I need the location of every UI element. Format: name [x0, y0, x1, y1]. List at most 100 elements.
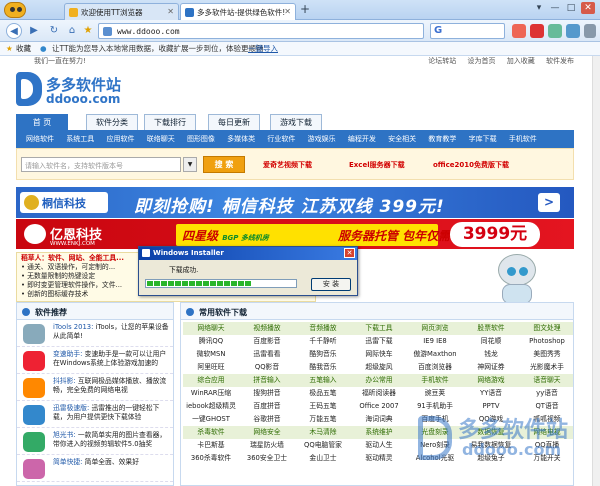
category-link[interactable]: 综合应用	[183, 374, 239, 387]
install-button[interactable]: 安 装	[311, 278, 351, 291]
site-search-input[interactable]: 请输入软件名，支持软件版本号	[21, 157, 181, 172]
software-link[interactable]: QQ直播	[519, 439, 575, 452]
category-link[interactable]: 音频播放	[295, 322, 351, 335]
category-link[interactable]: 网络安全	[239, 426, 295, 439]
software-link[interactable]: 钱龙	[463, 348, 519, 361]
software-link[interactable]: Photoshop	[519, 335, 575, 348]
software-link[interactable]: 卡巴斯基	[183, 439, 239, 452]
category-link[interactable]: 视频播放	[239, 322, 295, 335]
subnav-item[interactable]: 字库下载	[469, 135, 497, 143]
software-link[interactable]: 呱呱视频	[519, 413, 575, 426]
software-link[interactable]: 超级旋风	[351, 361, 407, 374]
software-link[interactable]: 金山卫士	[295, 452, 351, 465]
software-link[interactable]: 搜狗拼音	[239, 387, 295, 400]
software-link[interactable]: Office 2007	[351, 400, 407, 413]
category-link[interactable]: 语音聊天	[519, 374, 575, 387]
forward-icon[interactable]: ▶	[26, 23, 42, 39]
software-link[interactable]: 易我数据恢复	[463, 439, 519, 452]
new-tab-button[interactable]: +	[300, 2, 310, 16]
nav-home[interactable]: 首 页	[16, 114, 68, 130]
extension-icon[interactable]	[512, 24, 526, 38]
software-link[interactable]: 驱动人生	[351, 439, 407, 452]
hot-link[interactable]: Excel服务器下载	[349, 160, 405, 170]
address-bar[interactable]: www.ddooo.com	[98, 23, 424, 39]
software-link[interactable]: 360安全卫士	[239, 452, 295, 465]
category-link[interactable]: 系统维护	[351, 426, 407, 439]
category-link[interactable]: 拼音输入	[239, 374, 295, 387]
software-link[interactable]: iebook超级精灵	[183, 400, 239, 413]
subnav-item[interactable]: 手机软件	[509, 135, 537, 143]
software-link[interactable]: 王码五笔	[295, 400, 351, 413]
software-link[interactable]: 一键GHOST	[183, 413, 239, 426]
category-link[interactable]: 网页浏览	[407, 322, 463, 335]
category-link[interactable]: 图文处理	[519, 322, 575, 335]
software-link[interactable]: IE9 IE8	[407, 335, 463, 348]
software-link[interactable]: 驱动精灵	[351, 452, 407, 465]
hot-link[interactable]: office2010免费版下载	[433, 160, 509, 170]
close-icon[interactable]: ✕	[344, 248, 355, 258]
rec-item[interactable]: iTools 2013: iTools，让您的苹果设备从此简单!	[17, 320, 173, 347]
category-link[interactable]: 网络游戏	[463, 374, 519, 387]
rec-item[interactable]: 旭光书: 一款简单实用的图片查看器，带你进入的视频剪辑软件5.0抽奖	[17, 428, 173, 455]
software-link[interactable]: 百度浏览器	[407, 361, 463, 374]
category-link[interactable]: 网络聊天	[183, 322, 239, 335]
subnav-item[interactable]: 游戏娱乐	[308, 135, 336, 143]
top-link[interactable]: 论坛转站	[428, 57, 456, 65]
software-link[interactable]: 腾讯QQ	[183, 335, 239, 348]
close-tab-icon[interactable]: ✕	[284, 7, 291, 16]
subnav-item[interactable]: 联络聊天	[147, 135, 175, 143]
software-link[interactable]: 迅雷下载	[351, 335, 407, 348]
software-link[interactable]: 阿里旺旺	[183, 361, 239, 374]
software-link[interactable]: 万能开关	[519, 452, 575, 465]
category-link[interactable]: 五笔输入	[295, 374, 351, 387]
nav-games[interactable]: 游戏下载	[270, 114, 322, 130]
hot-link[interactable]: 爱奇艺视频下载	[263, 160, 312, 170]
software-link[interactable]: 神网证券	[463, 361, 519, 374]
subnav-item[interactable]: 教育教学	[428, 135, 456, 143]
refresh-icon[interactable]: ↻	[46, 23, 62, 39]
tab-welcome[interactable]: 欢迎使用TT浏览器 ✕	[64, 3, 179, 20]
page-scrollbar[interactable]	[592, 56, 600, 486]
maximize-icon[interactable]: □	[564, 2, 578, 14]
software-link[interactable]: 360杀毒软件	[183, 452, 239, 465]
category-link[interactable]: 木马清除	[295, 426, 351, 439]
software-link[interactable]: 谷歌拼音	[239, 413, 295, 426]
top-link[interactable]: 软件发布	[546, 57, 574, 65]
extension-icon[interactable]	[530, 24, 544, 38]
menu-icon[interactable]: ▾	[532, 2, 546, 14]
software-link[interactable]: 海词词典	[351, 413, 407, 426]
ad-banner-fengxin[interactable]: 桐信科技 即刻抢购! 桐信科技 江苏双线 399元! >	[16, 187, 574, 218]
subnav-item[interactable]: 网络软件	[26, 135, 54, 143]
ad-banner-yien[interactable]: 亿恩科技 WWW.ENKJ.COM 四星级 BGP 多线机房 服务器托管 包年仅需…	[16, 219, 574, 249]
category-link[interactable]: 下载工具	[351, 322, 407, 335]
category-link[interactable]: 办公常用	[351, 374, 407, 387]
back-icon[interactable]: ◀	[6, 23, 22, 39]
software-link[interactable]: 万能五笔	[295, 413, 351, 426]
software-link[interactable]: Alcohol光驱	[407, 452, 463, 465]
software-link[interactable]: 豌豆荚	[407, 387, 463, 400]
software-link[interactable]: 百度影音	[239, 335, 295, 348]
software-link[interactable]: 傲游Maxthon	[407, 348, 463, 361]
software-link[interactable]: WinRAR压缩	[183, 387, 239, 400]
software-link[interactable]: 福昕阅读器	[351, 387, 407, 400]
software-link[interactable]: 超级兔子	[463, 452, 519, 465]
rec-item[interactable]: 抖抖影: 互联网极品媒体播放、播放流畅，完全免费的网络电视	[17, 374, 173, 401]
software-link[interactable]: QQ游戏	[463, 413, 519, 426]
software-link[interactable]: yy语音	[519, 387, 575, 400]
category-link[interactable]: 手机软件	[407, 374, 463, 387]
top-link[interactable]: 设为首页	[468, 57, 496, 65]
rec-item[interactable]: 迅雷极速版: 迅雷推出的一键轻松下载，为用户提供更快下载体验	[17, 401, 173, 428]
search-box[interactable]: G	[430, 23, 505, 39]
software-link[interactable]: 百度拼音	[239, 400, 295, 413]
extension-icon[interactable]	[548, 24, 562, 38]
software-link[interactable]: 光影魔术手	[519, 361, 575, 374]
subnav-item[interactable]: 图形图像	[187, 135, 215, 143]
software-link[interactable]: 极品五笔	[295, 387, 351, 400]
subnav-item[interactable]: 应用软件	[106, 135, 134, 143]
home-icon[interactable]: ⌂	[64, 23, 80, 39]
rec-item[interactable]: 变速助手: 变速助手是一款可以让用户在Windows系统上体验游戏加速的	[17, 347, 173, 374]
import-link[interactable]: 一键导入	[248, 42, 278, 55]
rec-item[interactable]: 简单快捷: 简单全面、效果好	[17, 455, 173, 482]
favorites-icon[interactable]: ★	[6, 42, 13, 55]
category-link[interactable]: 杀毒软件	[183, 426, 239, 439]
